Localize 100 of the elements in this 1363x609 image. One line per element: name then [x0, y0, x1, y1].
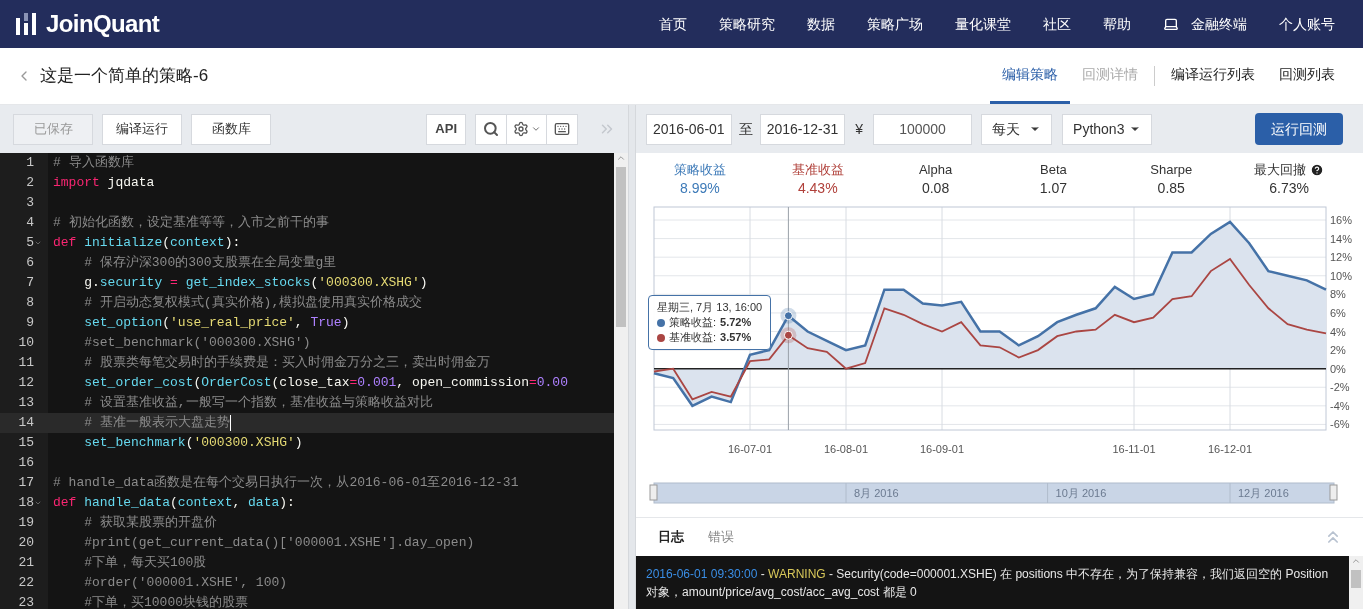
tooltip-label: 基准收益 [669, 330, 713, 345]
editor-scrollbar[interactable] [614, 153, 628, 609]
api-button[interactable]: API [426, 113, 466, 145]
capital-field[interactable]: 100000 [873, 113, 973, 145]
y-tick-label: 16% [1330, 214, 1353, 226]
hover-marker [780, 307, 797, 324]
y-tick-label: 2% [1330, 344, 1346, 357]
stat-label: Sharpe [1150, 161, 1193, 179]
fold-icon[interactable] [34, 499, 42, 507]
code-line: #print(get_current_data()['000001.XSHE'].day_open) [83, 534, 475, 552]
y-tick-label: -6% [1330, 418, 1350, 431]
code-line: #order('000001.XSHE', 100) [83, 574, 288, 592]
code-line: def handle_data(context, data): [52, 494, 295, 512]
stat-label: Beta [1040, 161, 1067, 179]
log-entry: 2016-06-01 09:30:00 - WARNING - Security(code=000001.XSHE) 在 positions 中不存在，为了保持兼容，我们返回空的 Position 对象，amount/price/avg_cost/acc_avg_cost 都是 0 [646, 566, 1330, 601]
page-tab[interactable]: 编译运行列表 [1159, 48, 1267, 104]
code-line: # 导入函数库 [52, 154, 134, 172]
code-line: def initialize(context): [52, 234, 241, 252]
scroll-up-icon[interactable] [1351, 556, 1361, 566]
run-backtest-button[interactable]: 运行回测 [1255, 113, 1343, 145]
help-icon[interactable] [1310, 163, 1325, 177]
toolbar-button[interactable]: 编译运行 [102, 113, 182, 145]
y-tick-label: 4% [1330, 325, 1346, 338]
range-separator: 至 [738, 119, 753, 139]
code-line: # 初始化函数，设定基准等等，入市之前干的事 [52, 214, 329, 232]
line-number: 12 [18, 374, 34, 393]
page-tab[interactable]: 回测列表 [1267, 48, 1347, 104]
line-number: 23 [18, 594, 34, 609]
code-line: #下单，每天买100股 [83, 554, 207, 572]
nav-link[interactable]: 首页 [643, 13, 703, 35]
nav-link[interactable]: 数据 [791, 13, 851, 35]
code-line: # 股票类每笔交易时的手续费是：买入时佣金万分之三，卖出时佣金万 [83, 354, 490, 372]
y-tick-label: 14% [1330, 232, 1353, 245]
scroll-up-icon[interactable] [616, 153, 626, 163]
line-number: 13 [18, 394, 34, 413]
line-number: 18 [18, 494, 34, 513]
toolbar-button[interactable]: 函数库 [191, 113, 271, 145]
nav-link[interactable]: 社区 [1027, 13, 1087, 35]
navigator-label: 12月 2016 [1238, 487, 1289, 499]
code-line: # 开启动态复权模式(真实价格),模拟盘使用真实价格成交 [83, 294, 423, 312]
code-line: # handle_data函数是在每个交易日执行一次，从2016-06-01至2016-12-31 [52, 474, 519, 492]
code-line: # 获取某股票的开盘价 [83, 514, 217, 532]
nav-link[interactable]: 帮助 [1087, 13, 1147, 35]
code-line: #set_benchmark('000300.XSHG') [83, 334, 311, 352]
stat-value: 0.08 [921, 179, 950, 197]
gear-icon [512, 121, 529, 137]
tooltip-colon: : [713, 315, 717, 330]
y-tick-label: 8% [1330, 288, 1346, 301]
line-number: 21 [18, 554, 34, 573]
search-icon [483, 121, 499, 137]
code-line: set_order_cost(OrderCost(close_tax=0.001, open_commission=0.00 [83, 374, 568, 392]
stat-label: 最大回撤 [1254, 161, 1307, 179]
line-number: 19 [18, 514, 34, 533]
nav-link[interactable]: 量化课堂 [939, 13, 1027, 35]
end-date-field[interactable]: 2016-12-31 [759, 113, 846, 145]
y-tick-label: -2% [1330, 381, 1350, 394]
line-number: 17 [18, 474, 34, 493]
stat-value: 0.85 [1157, 179, 1185, 197]
code-editor[interactable] [0, 153, 628, 609]
line-number: 9 [26, 314, 34, 333]
navigator-label: 10月 2016 [1055, 487, 1107, 499]
nav-link[interactable]: 个人账号 [1263, 13, 1351, 35]
y-tick-label: 6% [1330, 306, 1346, 319]
x-tick-label: 16-08-01 [824, 443, 868, 455]
navigator-handle[interactable] [649, 484, 658, 501]
code-line: # 保存沪深300的300支股票在全局变量g里 [83, 254, 337, 272]
nav-link[interactable]: 金融终端 [1147, 13, 1263, 35]
log-scrollbar[interactable] [1349, 556, 1363, 609]
line-number: 16 [18, 454, 34, 473]
frequency-select[interactable]: 每天 [981, 113, 1053, 145]
line-number: 7 [26, 274, 34, 293]
code-line: set_benchmark('000300.XSHG') [83, 434, 303, 452]
stat-label: 基准收益 [791, 161, 844, 179]
currency-symbol: ¥ [855, 119, 864, 139]
code-line: import jqdata [52, 174, 155, 192]
log-tab[interactable]: 错误 [696, 527, 746, 547]
line-number: 22 [18, 574, 34, 593]
stat-value: 6.73% [1269, 179, 1309, 197]
code-line: set_option('use_real_price', True) [83, 314, 350, 332]
navigator-handle[interactable] [1329, 484, 1338, 501]
line-number: 2 [26, 174, 34, 193]
stat-label: Alpha [918, 161, 953, 179]
log-tab[interactable]: 日志 [646, 527, 696, 547]
line-number: 20 [18, 534, 34, 553]
y-tick-label: 0% [1330, 362, 1346, 375]
start-date-field[interactable]: 2016-06-01 [646, 113, 732, 145]
line-number: 1 [26, 154, 34, 173]
language-select[interactable]: Python3 [1062, 113, 1153, 145]
nav-link[interactable]: 策略研究 [703, 13, 791, 35]
tooltip-colon: : [713, 330, 717, 345]
nav-link[interactable]: 策略广场 [851, 13, 939, 35]
fold-icon[interactable] [34, 239, 42, 247]
stat-label: 策略收益 [673, 161, 726, 179]
x-tick-label: 16-09-01 [920, 443, 964, 455]
line-number: 6 [26, 254, 34, 273]
code-line: #下单，买10000块钱的股票 [83, 594, 248, 609]
code-line: g.security = get_index_stocks('000300.XSHG') [83, 274, 428, 292]
strategy-title: 这是一个简单的策略-6 [40, 65, 209, 88]
line-number: 4 [26, 214, 34, 233]
line-number: 10 [18, 334, 34, 353]
